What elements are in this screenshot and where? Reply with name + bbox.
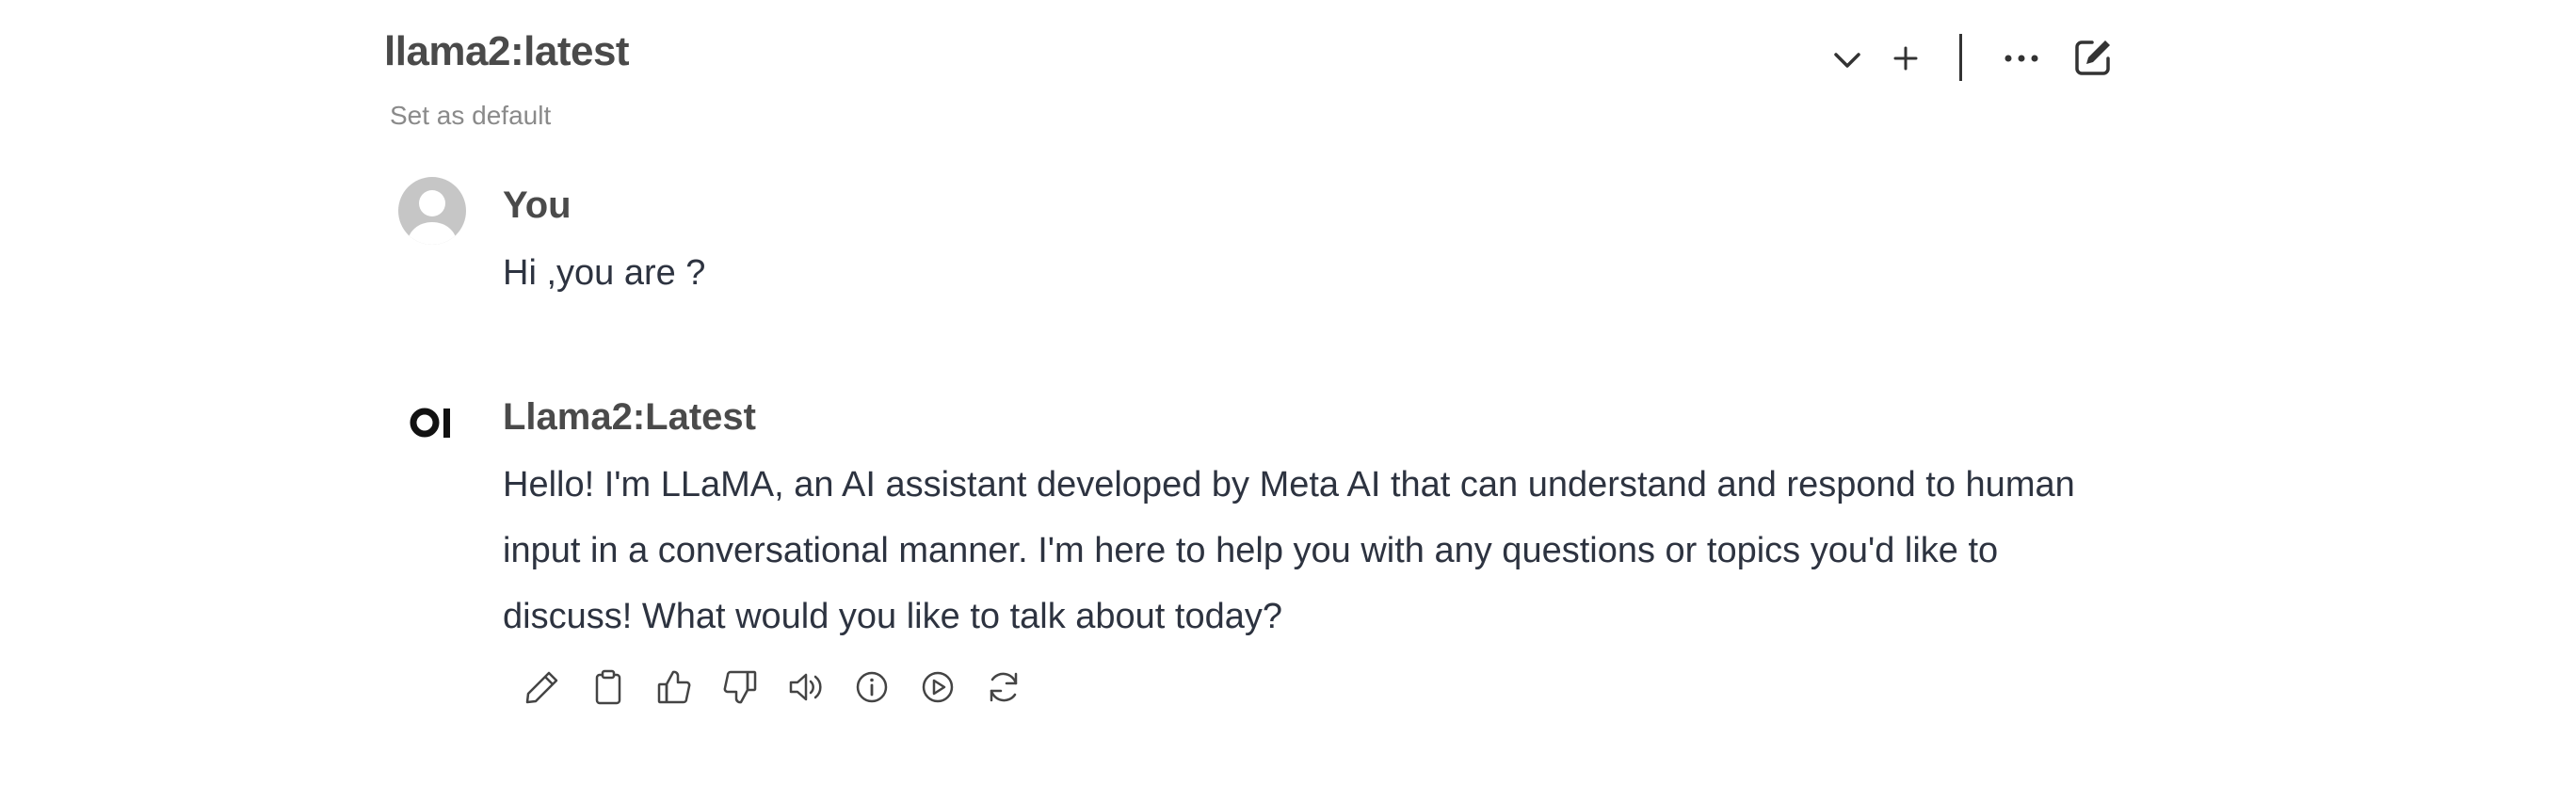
- message-text-user: Hi ,you are ?: [503, 253, 706, 293]
- message-actions: [509, 665, 1037, 710]
- set-as-default-button[interactable]: Set as default: [390, 101, 551, 131]
- edit-icon[interactable]: [509, 665, 575, 710]
- thumbs-down-icon[interactable]: [707, 665, 773, 710]
- edit-icon[interactable]: [2069, 34, 2117, 81]
- message-sender-assistant: Llama2:Latest: [503, 396, 756, 438]
- regenerate-icon[interactable]: [971, 665, 1037, 710]
- thumbs-up-icon[interactable]: [641, 665, 707, 710]
- plus-icon[interactable]: [1885, 38, 1926, 79]
- message-text-assistant: Hello! I'm LLaMA, an AI assistant develo…: [503, 465, 2075, 636]
- header-divider: [1959, 34, 1962, 81]
- model-selector-title[interactable]: llama2:latest: [384, 28, 630, 75]
- chat-page: llama2:latest Set as default You Hi ,you…: [0, 0, 2576, 785]
- user-avatar: [398, 177, 466, 245]
- message-sender-user: You: [503, 184, 572, 226]
- continue-icon[interactable]: [905, 665, 971, 710]
- more-horizontal-icon[interactable]: [1998, 38, 2045, 79]
- copy-icon[interactable]: [575, 665, 641, 710]
- read-aloud-icon[interactable]: [773, 665, 839, 710]
- open-webui-logo: [409, 399, 456, 446]
- info-icon[interactable]: [839, 665, 905, 710]
- chevron-down-icon[interactable]: [1827, 40, 1868, 81]
